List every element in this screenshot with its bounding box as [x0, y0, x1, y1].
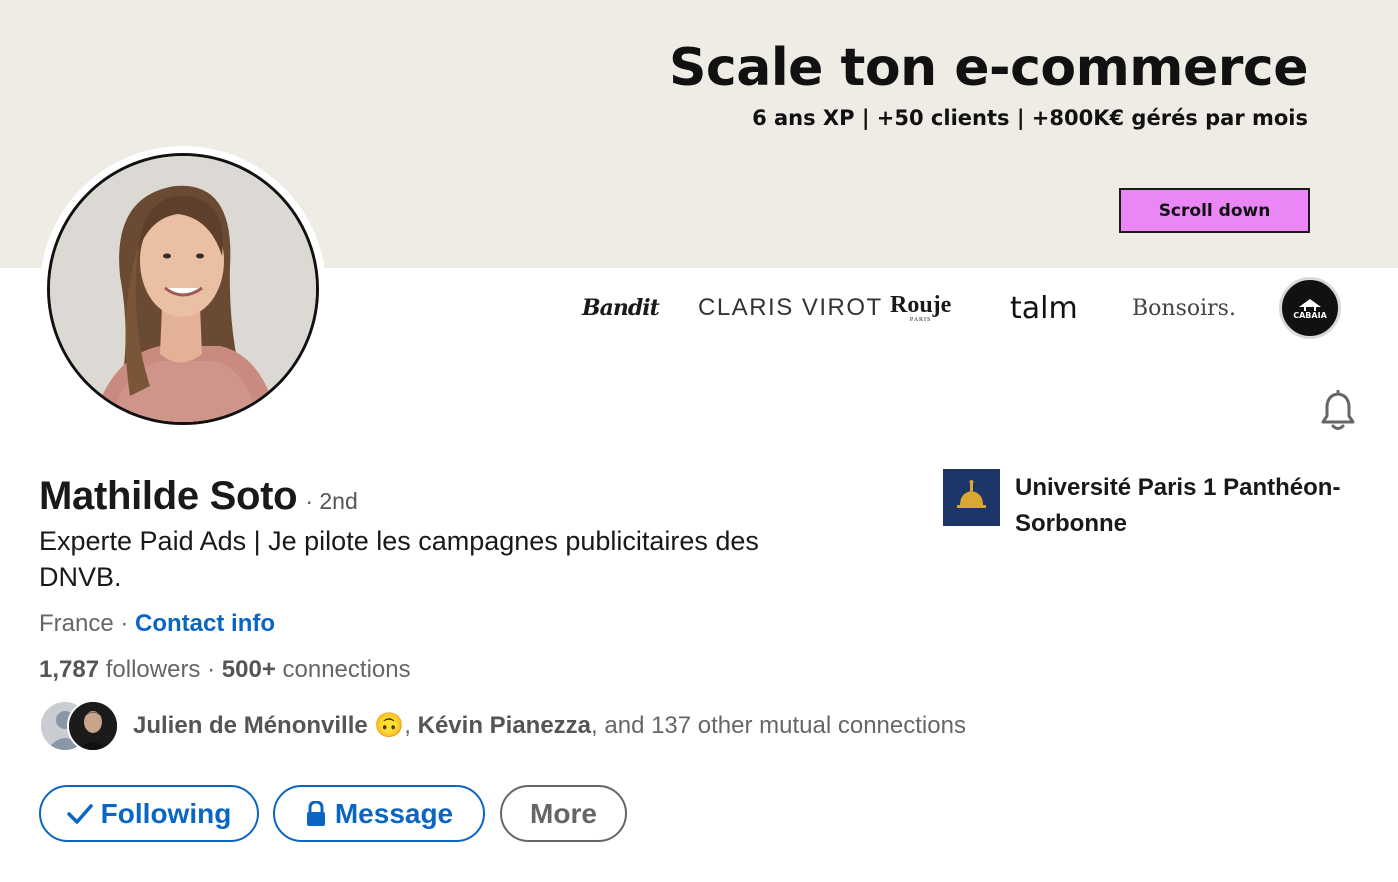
- profile-headline: Experte Paid Ads | Je pilote les campagn…: [39, 526, 759, 592]
- bonsoirs-logo: Bonsoirs.: [1132, 295, 1236, 321]
- mutual-name-2: Kévin Pianezza: [417, 712, 592, 739]
- location-separator: ·: [113, 610, 136, 637]
- university-logo[interactable]: [943, 469, 1000, 526]
- bell-icon[interactable]: [1318, 390, 1358, 432]
- followers-count: 1,787: [39, 656, 100, 683]
- connection-degree: · 2nd: [305, 488, 358, 514]
- cabaia-logo: CABAIA: [1279, 277, 1341, 339]
- profile-photo[interactable]: [47, 153, 319, 425]
- banner-scroll-down-button: Scroll down: [1119, 188, 1310, 233]
- message-label: Message: [334, 797, 454, 829]
- lock-icon: [305, 800, 327, 827]
- university-name[interactable]: Université Paris 1 Panthéon-Sorbonne: [1015, 470, 1375, 542]
- brand-logos-strip: Bandit CLARIS VIROT Rouje PARIS talm Bon…: [560, 268, 1398, 348]
- message-button[interactable]: Message: [273, 785, 485, 842]
- more-button[interactable]: More: [500, 785, 627, 842]
- name-row: Mathilde Soto · 2nd: [39, 474, 358, 519]
- contact-info-link[interactable]: Contact info: [135, 610, 275, 637]
- location: France: [39, 610, 114, 637]
- following-button[interactable]: Following: [39, 785, 259, 842]
- hut-icon: [1299, 298, 1321, 311]
- following-label: Following: [100, 797, 232, 829]
- followers-label: followers: [99, 656, 201, 683]
- checkmark-icon: [66, 803, 93, 825]
- mutual-comma: ,: [404, 712, 411, 739]
- connections-count: 500+: [221, 656, 276, 683]
- person-photo-icon: [69, 702, 117, 750]
- banner-title: Scale ton e-commerce: [668, 38, 1309, 98]
- more-label: More: [530, 797, 597, 829]
- mutual-rest: , and 137 other mutual connections: [591, 712, 966, 739]
- mutual-avatar: [67, 700, 119, 752]
- profile-photo-illustration: [50, 156, 316, 422]
- talm-logo: talm: [1010, 290, 1078, 326]
- location-row: France · Contact info: [39, 610, 275, 638]
- connections-label: connections: [275, 656, 411, 683]
- mutual-emoji: 🙃: [374, 712, 405, 739]
- mutual-connections-text[interactable]: Julien de Ménonville 🙃, Kévin Pianezza, …: [133, 711, 966, 740]
- mutual-avatars[interactable]: [39, 700, 121, 754]
- rouje-logo-sub: PARIS: [909, 317, 932, 323]
- pantheon-dome-icon: [943, 469, 1000, 526]
- rouje-logo: Rouje PARIS: [890, 268, 951, 348]
- banner-subtitle: 6 ans XP | +50 clients | +800K€ gérés pa…: [752, 106, 1308, 130]
- connections-link[interactable]: 500+ connections: [222, 656, 411, 683]
- profile-name: Mathilde Soto: [39, 474, 298, 518]
- cabaia-logo-text: CABAIA: [1293, 310, 1327, 320]
- claris-virot-logo: CLARIS VIROT: [698, 294, 883, 321]
- stats-separator: ·: [207, 656, 222, 683]
- mutual-name-1: Julien de Ménonville: [133, 712, 368, 739]
- bandit-logo: Bandit: [582, 295, 660, 321]
- rouje-logo-text: Rouje: [890, 292, 952, 318]
- followers-link[interactable]: 1,787 followers: [39, 656, 200, 683]
- stats-row: 1,787 followers · 500+ connections: [39, 656, 411, 684]
